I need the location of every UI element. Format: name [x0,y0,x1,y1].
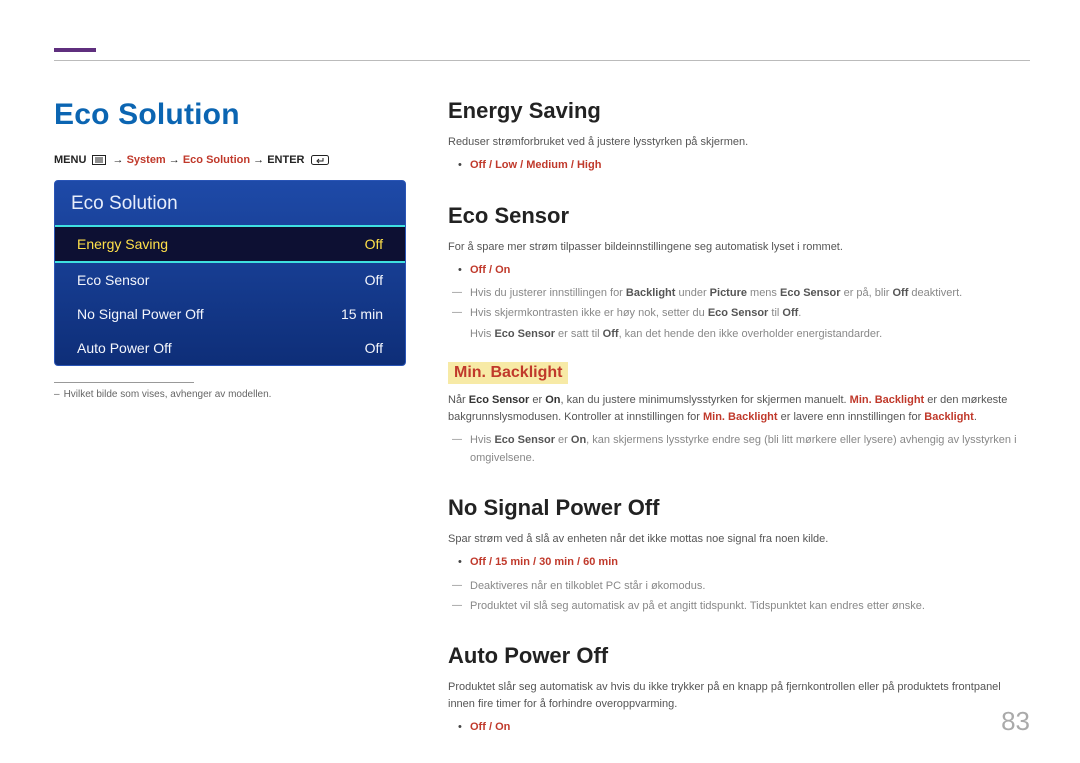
chapter-indicator [54,48,96,52]
desc-energy-saving: Reduser strømforbruket ved å justere lys… [448,134,1030,151]
desc-min-backlight: Når Eco Sensor er On, kan du justere min… [448,392,1030,426]
option-line: Off / On [448,719,1030,737]
page-number: 83 [1001,706,1030,737]
enter-icon [311,155,329,165]
osd-row-auto-power-off[interactable]: Auto Power Off Off [55,331,405,365]
note-item: Hvis skjermkontrasten ikke er høy nok, s… [448,305,1030,323]
breadcrumb-menu: MENU [54,154,86,166]
heading-eco-sensor: Eco Sensor [448,203,1030,229]
options-auto-power-off: Off / On [448,719,1030,737]
osd-row-label: Energy Saving [77,236,168,252]
desc-auto-power-off: Produktet slår seg automatisk av hvis du… [448,679,1030,713]
options-eco-sensor: Off / On [448,262,1030,280]
note-item: Hvis du justerer innstillingen for Backl… [448,285,1030,303]
opt: Low [495,159,517,171]
breadcrumb-arrow: → [169,154,180,166]
option-line: Off / Low / Medium / High [448,157,1030,175]
notes-min-backlight: Hvis Eco Sensor er On, kan skjermens lys… [448,432,1030,467]
page-content: Eco Solution MENU → System → Eco Solutio… [54,98,1030,733]
osd-row-value: Off [365,272,383,288]
osd-row-label: No Signal Power Off [77,306,204,322]
breadcrumb-system: System [127,154,166,166]
left-column: Eco Solution MENU → System → Eco Solutio… [54,98,406,733]
heading-min-backlight: Min. Backlight [448,362,568,384]
menu-icon [92,155,106,165]
breadcrumb-eco: Eco Solution [183,154,250,166]
opt: 60 min [583,556,618,568]
osd-row-energy-saving[interactable]: Energy Saving Off [55,225,405,263]
opt: Off [470,264,486,276]
breadcrumb-arrow: → [113,154,124,166]
osd-row-eco-sensor[interactable]: Eco Sensor Off [55,263,405,297]
opt: On [495,721,510,733]
osd-title: Eco Solution [55,181,405,225]
opt: Off [470,556,486,568]
note-continuation: Hvis Eco Sensor er satt til Off, kan det… [448,326,1030,344]
opt: Medium [526,159,568,171]
heading-auto-power-off: Auto Power Off [448,643,1030,669]
notes-no-signal: Deaktiveres når en tilkoblet PC står i ø… [448,578,1030,615]
header-rule [54,60,1030,61]
opt: 30 min [539,556,574,568]
breadcrumb: MENU → System → Eco Solution → ENTER [54,154,406,166]
opt: On [495,264,510,276]
footnote-text: Hvilket bilde som vises, avhenger av mod… [64,389,272,400]
osd-panel: Eco Solution Energy Saving Off Eco Senso… [54,180,406,366]
options-no-signal: Off / 15 min / 30 min / 60 min [448,554,1030,572]
option-line: Off / On [448,262,1030,280]
osd-row-value: Off [365,340,383,356]
opt: Off [470,721,486,733]
page-title: Eco Solution [54,98,406,132]
desc-eco-sensor: For å spare mer strøm tilpasser bildeinn… [448,239,1030,256]
osd-row-label: Auto Power Off [77,340,172,356]
note-item: Produktet vil slå seg automatisk av på e… [448,598,1030,616]
note-item: Hvis Eco Sensor er On, kan skjermens lys… [448,432,1030,467]
breadcrumb-arrow: → [253,154,264,166]
breadcrumb-enter: ENTER [267,154,304,166]
option-line: Off / 15 min / 30 min / 60 min [448,554,1030,572]
heading-energy-saving: Energy Saving [448,98,1030,124]
footnote-separator [54,382,194,383]
desc-no-signal: Spar strøm ved å slå av enheten når det … [448,531,1030,548]
opt: Off [470,159,486,171]
options-energy-saving: Off / Low / Medium / High [448,157,1030,175]
opt: High [577,159,601,171]
osd-row-label: Eco Sensor [77,272,149,288]
osd-row-value: Off [365,236,383,252]
note-item: Deaktiveres når en tilkoblet PC står i ø… [448,578,1030,596]
heading-no-signal: No Signal Power Off [448,495,1030,521]
osd-row-no-signal[interactable]: No Signal Power Off 15 min [55,297,405,331]
notes-eco-sensor: Hvis du justerer innstillingen for Backl… [448,285,1030,322]
osd-row-value: 15 min [341,306,383,322]
model-footnote: –Hvilket bilde som vises, avhenger av mo… [54,389,406,400]
opt: 15 min [495,556,530,568]
right-column: Energy Saving Reduser strømforbruket ved… [448,98,1030,733]
